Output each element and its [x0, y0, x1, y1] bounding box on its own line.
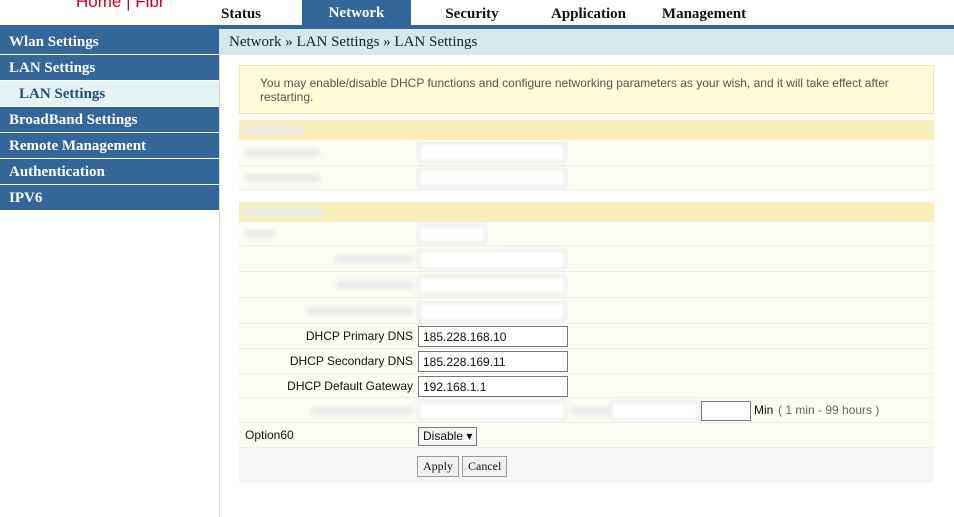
obscured-content — [243, 126, 303, 134]
dhcp-lease-time-row: Min ( 1 min - 99 hours ) — [239, 398, 934, 423]
dhcp-default-gateway-row: DHCP Default Gateway — [239, 374, 934, 398]
obscured-content — [335, 255, 413, 263]
dhcp-service-section-header — [239, 202, 934, 222]
lan-setup-section-header — [239, 120, 934, 140]
sidebar-item-ipv6[interactable]: IPV6 — [0, 185, 219, 211]
dhcp-default-gateway-label: DHCP Default Gateway — [287, 379, 413, 393]
dhcp-secondary-dns-input[interactable] — [418, 351, 568, 372]
cancel-button[interactable]: Cancel — [462, 456, 508, 477]
lan-interface-row — [239, 140, 934, 166]
obscured-field — [611, 401, 699, 420]
sidebar-item-wlan-settings[interactable]: Wlan Settings — [0, 29, 219, 55]
lease-minutes-input[interactable] — [701, 401, 751, 421]
dhcp-secondary-dns-label: DHCP Secondary DNS — [289, 354, 413, 368]
obscured-field — [418, 250, 566, 269]
obscured-content — [245, 174, 320, 182]
obscured-content — [245, 149, 320, 157]
info-message: You may enable/disable DHCP functions an… — [239, 65, 934, 114]
sidebar-item-broadband-settings[interactable]: BroadBand Settings — [0, 107, 219, 133]
lease-unit-label: Min — [754, 403, 774, 417]
sidebar-item-lan-settings[interactable]: LAN Settings — [0, 55, 219, 81]
obscured-content — [311, 407, 413, 415]
tab-management[interactable]: Management — [652, 4, 756, 25]
dhcp-secondary-dns-row: DHCP Secondary DNS — [239, 349, 934, 374]
apply-button[interactable]: Apply — [417, 456, 459, 477]
dhcp-end-ip-row — [239, 272, 934, 298]
tab-security[interactable]: Security — [432, 4, 512, 25]
sidebar: Wlan Settings LAN Settings LAN Settings … — [0, 29, 220, 517]
option60-label: Option60 — [245, 428, 294, 442]
dhcp-type-row — [239, 222, 934, 246]
obscured-content — [337, 281, 413, 289]
option60-row: Option60 — [239, 423, 934, 448]
obscured-content — [245, 230, 275, 238]
obscured-field — [418, 143, 566, 162]
dhcp-start-ip-row — [239, 246, 934, 272]
dhcp-subnet-mask-row — [239, 298, 934, 324]
obscured-field — [418, 276, 566, 295]
breadcrumb: Network » LAN Settings » LAN Settings — [220, 29, 954, 55]
sidebar-item-authentication[interactable]: Authentication — [0, 159, 219, 185]
obscured-content — [305, 307, 413, 315]
sidebar-subitem-lan-settings[interactable]: LAN Settings — [0, 81, 219, 107]
brand-logo: Home | Fibr — [76, 0, 165, 11]
dhcp-primary-dns-row: DHCP Primary DNS — [239, 324, 934, 349]
dhcp-primary-dns-input[interactable] — [418, 326, 568, 347]
dhcp-default-gateway-input[interactable] — [418, 376, 568, 397]
lease-range-hint: ( 1 min - 99 hours ) — [778, 403, 880, 417]
buttons-row — [239, 448, 934, 483]
option60-select[interactable]: Disable ▾ — [418, 427, 478, 446]
top-navigation: Home | Fibr Status Network Security Appl… — [0, 0, 954, 29]
sidebar-item-remote-management[interactable]: Remote Management — [0, 133, 219, 159]
obscured-field — [418, 302, 566, 321]
subnet-mask-row — [239, 166, 934, 190]
obscured-field — [418, 168, 566, 187]
tab-status[interactable]: Status — [205, 4, 277, 25]
obscured-content — [243, 208, 323, 216]
obscured-field — [418, 225, 486, 243]
tab-application[interactable]: Application — [540, 4, 637, 25]
obscured-content — [571, 407, 611, 415]
obscured-field — [418, 401, 566, 420]
dhcp-primary-dns-label: DHCP Primary DNS — [305, 329, 413, 343]
tab-network[interactable]: Network — [302, 0, 411, 25]
